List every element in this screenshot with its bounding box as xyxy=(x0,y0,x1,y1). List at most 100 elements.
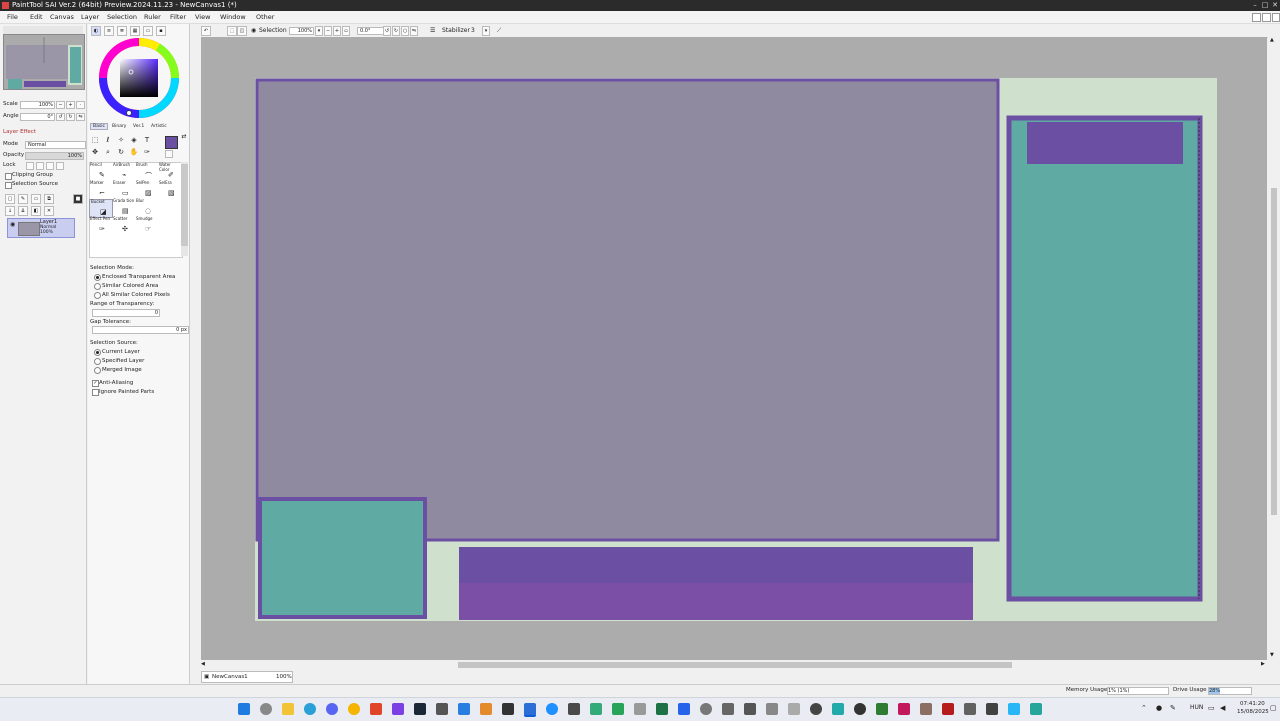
scroll-left-icon[interactable]: ◀ xyxy=(201,661,205,667)
layer-item[interactable]: ◉ Layer1 Normal 100% xyxy=(7,218,75,238)
app-icon-9[interactable] xyxy=(634,703,646,715)
language-indicator[interactable]: HUN xyxy=(1190,704,1203,711)
scroll-down-icon[interactable]: ▼ xyxy=(1270,652,1274,658)
clock-time[interactable]: 07:41:20 xyxy=(1240,701,1265,707)
primary-color-swatch[interactable] xyxy=(165,136,178,149)
opacity-slider[interactable]: 100% xyxy=(25,152,84,160)
vertical-scrollbar[interactable]: ▲ ▼ xyxy=(1268,37,1280,660)
app-icon-27[interactable] xyxy=(1030,703,1042,715)
brush-slot-6[interactable]: Eraser ▭ xyxy=(112,180,134,198)
close-button[interactable]: ✕ xyxy=(1271,1,1279,9)
brush-slot-14[interactable]: Scatter ✣ xyxy=(112,216,134,234)
source-merged-radio[interactable] xyxy=(94,367,101,374)
app-icon-15[interactable] xyxy=(766,703,778,715)
app-icon-4[interactable] xyxy=(502,703,514,715)
app-icon-3[interactable] xyxy=(480,703,492,715)
new-folder-icon[interactable]: ▭ xyxy=(31,194,41,204)
zoom-minus-icon[interactable]: − xyxy=(324,26,332,36)
scale-field[interactable]: 100% xyxy=(20,101,55,109)
toolbar-deselect-icon[interactable]: ⬚ xyxy=(227,26,237,36)
brush-slot-15[interactable]: Smudge ☞ xyxy=(135,216,157,234)
menu-ruler[interactable]: Ruler xyxy=(144,11,161,23)
app-icon-26[interactable] xyxy=(1008,703,1020,715)
app-icon-14[interactable] xyxy=(744,703,756,715)
toolbar-selection-label[interactable]: Selection xyxy=(259,24,287,37)
hand-tool-icon[interactable]: ✋ xyxy=(129,148,139,156)
brave-icon[interactable] xyxy=(370,703,382,715)
clipping-group-checkbox[interactable] xyxy=(5,173,12,180)
brush-slot-12[interactable] xyxy=(158,199,180,216)
obsidian-icon[interactable] xyxy=(392,703,404,715)
brush-slot-4[interactable]: Water Color ✐ xyxy=(158,162,180,180)
eyedropper-icon[interactable]: ✑ xyxy=(142,148,152,156)
app-icon-20[interactable] xyxy=(876,703,888,715)
doc-restore-button[interactable] xyxy=(1262,13,1271,22)
angle-field[interactable]: 0° xyxy=(20,113,55,121)
zoom-reset-icon[interactable]: · xyxy=(76,101,85,109)
zoom-out-icon[interactable]: − xyxy=(56,101,65,109)
color-wheel-tab-icon[interactable]: ◐ xyxy=(91,26,101,36)
app-icon-23[interactable] xyxy=(942,703,954,715)
menu-file[interactable]: File xyxy=(7,11,18,23)
swatches-tab-icon[interactable]: ▦ xyxy=(130,26,140,36)
color-tab-ver1[interactable]: Ver.1 xyxy=(133,124,144,129)
blend-mode-select[interactable]: Normal xyxy=(25,141,86,149)
new-layer-icon[interactable]: ▢ xyxy=(5,194,15,204)
color-wheel[interactable] xyxy=(98,38,180,118)
brush-slot-16[interactable] xyxy=(158,217,180,234)
app-icon-12[interactable] xyxy=(700,703,712,715)
search-icon[interactable] xyxy=(260,703,272,715)
swap-colors-icon[interactable]: ⇄ xyxy=(179,133,189,141)
brush-slot-11[interactable]: Blur ◌ xyxy=(135,198,157,216)
stabilizer-value[interactable]: 3 xyxy=(471,24,475,37)
brush-slot-5[interactable]: Marker ⌐ xyxy=(89,180,111,198)
network-icon[interactable]: ▭ xyxy=(1208,704,1215,712)
lock-all-icon[interactable] xyxy=(56,162,64,170)
canvas[interactable] xyxy=(255,78,1217,621)
zoom-fit-icon[interactable]: ▫ xyxy=(342,26,350,36)
notification-icon[interactable]: ▢ xyxy=(1270,704,1277,712)
scroll-up-icon[interactable]: ▲ xyxy=(1270,37,1274,43)
app-icon-24[interactable] xyxy=(964,703,976,715)
app-icon-13[interactable] xyxy=(722,703,734,715)
selection-visible-icon[interactable]: ◉ xyxy=(251,24,256,37)
doc-close-button[interactable] xyxy=(1272,13,1280,22)
brush-slot-13[interactable]: Effect Pen ✑ xyxy=(89,216,111,234)
minimize-button[interactable]: – xyxy=(1251,1,1259,9)
toolbar-invert-icon[interactable]: ◫ xyxy=(237,26,247,36)
navigator-preview[interactable] xyxy=(3,34,85,90)
menu-other[interactable]: Other xyxy=(256,11,274,23)
menu-view[interactable]: View xyxy=(195,11,210,23)
zoom-in-icon[interactable]: + xyxy=(66,101,75,109)
color-tab-basic[interactable]: Basic xyxy=(90,123,108,130)
rotate-cw-icon[interactable]: ↻ xyxy=(392,26,400,36)
volume-icon[interactable]: ◀ xyxy=(1220,704,1225,712)
canvas-tab[interactable]: ▣ NewCanvas1 100% xyxy=(201,671,293,683)
lock-move-icon[interactable] xyxy=(46,162,54,170)
source-specified-radio[interactable] xyxy=(94,358,101,365)
telegram-icon[interactable] xyxy=(304,703,316,715)
clear-layer-icon[interactable]: ✕ xyxy=(44,206,54,216)
file-explorer-icon[interactable] xyxy=(282,703,294,715)
brush-scrollbar-thumb[interactable] xyxy=(181,164,188,246)
menu-edit[interactable]: Edit xyxy=(30,11,43,23)
horizontal-scrollbar[interactable]: ◀ ▶ xyxy=(201,660,1268,670)
rect-select-icon[interactable]: ⬚ xyxy=(90,136,100,144)
lasso-icon[interactable]: ℓ xyxy=(103,136,113,144)
mode-enclosed-radio[interactable] xyxy=(94,274,101,281)
brush-slot-3[interactable]: Brush ⌒ xyxy=(135,162,157,180)
clock-date[interactable]: 15/08/2025 xyxy=(1237,709,1269,715)
text-tool-icon[interactable]: T xyxy=(142,136,152,144)
move-icon[interactable]: ✥ xyxy=(90,148,100,156)
flip-horizontal-icon[interactable]: ⇋ xyxy=(410,26,418,36)
rotate-tool-icon[interactable]: ↻ xyxy=(116,148,126,156)
stabilizer-dropdown-icon[interactable]: ▾ xyxy=(482,26,490,36)
maximize-button[interactable]: □ xyxy=(1261,1,1269,9)
rotate-reset-icon[interactable]: ○ xyxy=(401,26,409,36)
painttool-sai-taskbar-icon[interactable] xyxy=(524,703,536,717)
vertical-scrollbar-thumb[interactable] xyxy=(1271,188,1277,515)
flip-icon[interactable]: ⇋ xyxy=(76,113,85,121)
menu-selection[interactable]: Selection xyxy=(107,11,137,23)
lock-transparency-icon[interactable] xyxy=(26,162,34,170)
menu-window[interactable]: Window xyxy=(220,11,246,23)
